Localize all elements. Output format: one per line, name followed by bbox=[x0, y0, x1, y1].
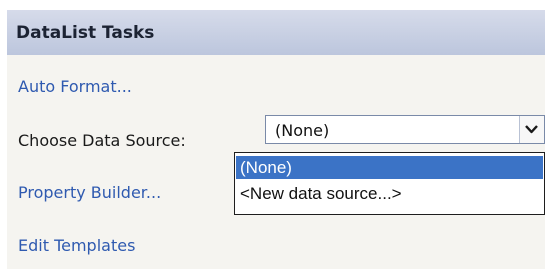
option-new-data-source[interactable]: <New data source...> bbox=[236, 182, 543, 205]
auto-format-link[interactable]: Auto Format... bbox=[18, 77, 132, 96]
chevron-down-icon bbox=[525, 125, 538, 134]
choose-data-source-label: Choose Data Source: bbox=[18, 131, 186, 150]
edit-templates-link[interactable]: Edit Templates bbox=[18, 236, 135, 255]
data-source-selected-value: (None) bbox=[275, 121, 330, 140]
option-none[interactable]: (None) bbox=[236, 156, 543, 179]
option-none-label: (None) bbox=[240, 158, 292, 177]
dropdown-toggle-button[interactable] bbox=[519, 116, 544, 143]
panel-title: DataList Tasks bbox=[16, 23, 155, 43]
data-source-select[interactable]: (None) bbox=[265, 115, 545, 144]
panel-title-bar: DataList Tasks bbox=[7, 10, 545, 55]
data-source-dropdown-list: (None) <New data source...> bbox=[234, 152, 545, 215]
property-builder-link[interactable]: Property Builder... bbox=[18, 183, 161, 202]
option-new-data-source-label: <New data source...> bbox=[240, 184, 402, 203]
